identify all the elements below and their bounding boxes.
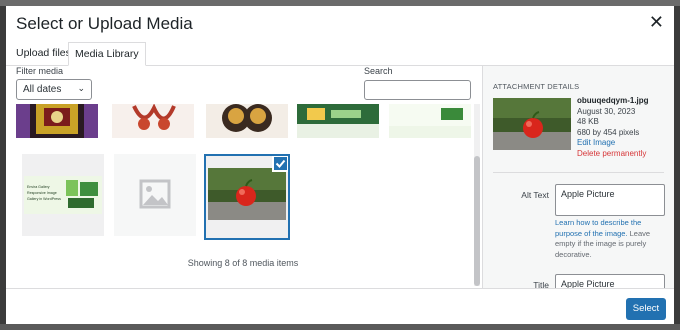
attachment-dimensions: 680 by 454 pixels xyxy=(577,127,640,137)
search-input[interactable] xyxy=(364,80,471,100)
media-item-5[interactable] xyxy=(389,104,471,138)
edit-image-link[interactable]: Edit Image xyxy=(577,138,649,149)
checkmark-icon xyxy=(275,159,286,168)
attachment-size: 48 KB xyxy=(577,117,599,126)
chevron-down-icon: ⌄ xyxy=(77,83,85,93)
media-item-2[interactable] xyxy=(112,104,194,138)
title-label: Title xyxy=(533,280,549,288)
alt-text-label: Alt Text xyxy=(521,190,549,200)
media-item-3[interactable] xyxy=(206,104,288,138)
svg-text:Gallery in WordPress: Gallery in WordPress xyxy=(27,197,61,201)
attachment-details-heading: ATTACHMENT DETAILS xyxy=(493,82,580,91)
media-item-1[interactable] xyxy=(16,104,98,138)
attachment-thumbnail xyxy=(493,98,571,150)
alt-text-help: Learn how to describe the purpose of the… xyxy=(555,218,667,260)
media-count-status: Showing 8 of 8 media items xyxy=(187,258,299,268)
modal-title: Select or Upload Media xyxy=(16,14,193,33)
modal-tabs: Upload files Media Library xyxy=(6,40,674,66)
filter-media-label: Filter media xyxy=(16,66,64,76)
attachment-info: obuuqedqym-1.jpg August 30, 2023 48 KB 6… xyxy=(577,96,649,159)
attachment-date: August 30, 2023 xyxy=(577,106,636,116)
date-filter-select[interactable]: All dates ⌄ xyxy=(16,79,92,100)
date-filter-value: All dates xyxy=(23,84,62,95)
modal-footer: Select xyxy=(6,288,674,324)
svg-text:Responsive Image: Responsive Image xyxy=(27,191,57,195)
search-label: Search xyxy=(364,66,393,76)
divider xyxy=(493,172,664,173)
attachment-details-panel: ATTACHMENT DETAILS obuuqedqym-1.jpg Augu… xyxy=(482,66,674,288)
media-item-6-banner[interactable]: Envira Gallery Responsive Image Gallery … xyxy=(22,154,104,236)
media-item-7-placeholder[interactable] xyxy=(114,154,196,236)
selected-check-badge[interactable] xyxy=(272,156,288,172)
media-modal: Select or Upload Media ✕ Upload files Me… xyxy=(6,6,674,324)
alt-text-field[interactable]: Apple Picture xyxy=(555,184,665,216)
alt-text-help-link[interactable]: Learn how to describe the purpose of the… xyxy=(555,218,641,238)
close-icon[interactable]: ✕ xyxy=(649,12,664,33)
media-item-8-apple[interactable] xyxy=(204,154,290,240)
media-item-4[interactable] xyxy=(297,104,379,138)
title-field[interactable]: Apple Picture xyxy=(555,274,665,288)
tab-upload-files[interactable]: Upload files xyxy=(10,42,77,66)
svg-text:Envira Gallery: Envira Gallery xyxy=(27,185,50,189)
attachment-filename: obuuqedqym-1.jpg xyxy=(577,96,649,105)
delete-permanently-link[interactable]: Delete permanently xyxy=(577,149,649,160)
tab-media-library[interactable]: Media Library xyxy=(68,42,146,66)
select-button[interactable]: Select xyxy=(626,298,666,320)
